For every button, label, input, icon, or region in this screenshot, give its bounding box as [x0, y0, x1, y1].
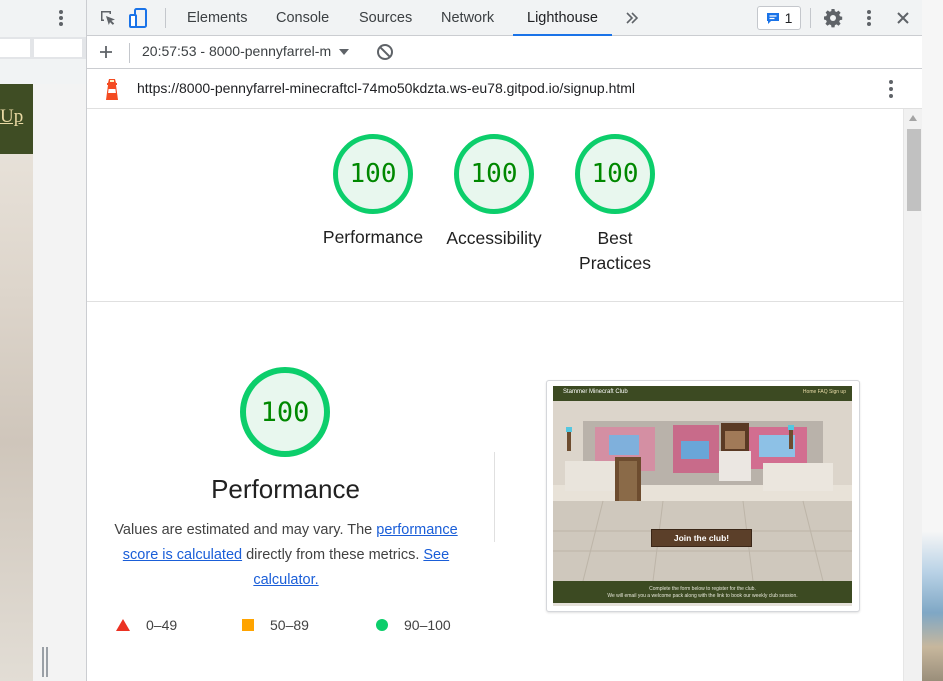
- pane-resizer[interactable]: [33, 84, 86, 681]
- signup-link-fragment[interactable]: Up: [0, 106, 23, 128]
- device-toolbar-icon[interactable]: [127, 6, 151, 30]
- screenshot-footer-line: We will email you a welcome pack along w…: [607, 593, 798, 599]
- legend-average: 50–89: [242, 616, 309, 634]
- lighthouse-report: 100 Performance 100 Accessibility 100 Be…: [87, 109, 903, 681]
- issues-count: 1: [784, 10, 793, 26]
- resize-grip-icon[interactable]: [42, 647, 48, 677]
- inspect-element-icon[interactable]: [96, 6, 120, 30]
- legend-average-range: 50–89: [270, 617, 309, 633]
- description-text: directly from these metrics.: [242, 547, 424, 563]
- legend-fail: 0–49: [116, 616, 177, 634]
- performance-score-gauge: 100: [240, 367, 330, 457]
- tab-console[interactable]: Console: [276, 0, 329, 36]
- fail-triangle-icon: [116, 619, 130, 631]
- accessibility-gauge-label: Accessibility: [446, 228, 542, 248]
- page-tab-strip: [0, 37, 86, 59]
- legend-fail-range: 0–49: [146, 617, 178, 633]
- legend-pass: 90–100: [376, 616, 451, 634]
- toolbar-divider: [165, 8, 166, 28]
- minecraft-scene-image: [553, 401, 852, 581]
- clear-all-block-icon[interactable]: [373, 40, 397, 64]
- tab-lighthouse[interactable]: Lighthouse: [513, 0, 612, 36]
- screenshot-site-header: Stammer Minecraft Club Home FAQ Sign up: [553, 386, 852, 401]
- report-selector[interactable]: 20:57:53 - 8000-pennyfarrel-m: [142, 43, 349, 59]
- dropdown-arrow-icon: [339, 49, 349, 55]
- lighthouse-logo-icon: [106, 79, 118, 100]
- kebab-menu-icon[interactable]: [888, 79, 894, 99]
- issues-button[interactable]: 1: [757, 6, 801, 30]
- legend-pass-range: 90–100: [404, 617, 451, 633]
- tab-sources[interactable]: Sources: [359, 0, 412, 36]
- screenshot-image: Stammer Minecraft Club Home FAQ Sign up: [553, 386, 852, 606]
- tab-network[interactable]: Network: [441, 0, 494, 36]
- toolbar-divider: [129, 43, 130, 63]
- tab-elements[interactable]: Elements: [187, 0, 247, 36]
- performance-gauge[interactable]: 100: [333, 134, 413, 214]
- accessibility-gauge[interactable]: 100: [454, 134, 534, 214]
- description-text: Values are estimated and may vary. The: [114, 522, 377, 538]
- new-report-plus-icon[interactable]: [94, 40, 118, 64]
- vertical-divider: [494, 452, 495, 542]
- average-square-icon: [242, 619, 254, 631]
- toolbar-divider: [810, 8, 811, 28]
- screenshot-site-title: Stammer Minecraft Club: [563, 389, 628, 395]
- screenshot-footer-line: Complete the form below to register for …: [649, 586, 756, 592]
- report-selector-value: 20:57:53 - 8000-pennyfarrel-m: [142, 43, 332, 59]
- performance-title: Performance: [211, 474, 360, 504]
- scroll-up-arrow-icon[interactable]: [909, 115, 917, 121]
- screenshot-footer: Complete the form below to register for …: [553, 581, 852, 603]
- report-url-bar: https://8000-pennyfarrel-minecraftcl-74m…: [87, 69, 923, 109]
- devtools-panel: Elements Console Sources Network Lightho…: [86, 0, 923, 681]
- performance-gauge-label: Performance: [322, 227, 424, 247]
- report-url: https://8000-pennyfarrel-minecraftcl-74m…: [137, 80, 636, 96]
- page-preview: Up: [0, 84, 33, 681]
- kebab-menu-icon[interactable]: [857, 6, 881, 30]
- page-header: Up: [0, 84, 33, 154]
- screenshot-site-nav: Home FAQ Sign up: [802, 389, 846, 395]
- desktop-background-strip: [922, 0, 943, 681]
- report-scrollbar[interactable]: [903, 109, 923, 681]
- settings-gear-icon[interactable]: [821, 6, 845, 30]
- close-icon[interactable]: [891, 6, 915, 30]
- scrollbar-thumb[interactable]: [907, 129, 921, 211]
- more-tabs-icon[interactable]: [620, 6, 644, 30]
- devtools-tabbar: Elements Console Sources Network Lightho…: [87, 0, 923, 36]
- best-practices-gauge[interactable]: 100: [575, 134, 655, 214]
- section-divider: [87, 301, 903, 302]
- best-practices-gauge-label: Best Practices: [579, 228, 651, 273]
- message-icon: [766, 12, 779, 24]
- kebab-menu-icon[interactable]: [52, 8, 70, 28]
- final-screenshot[interactable]: Stammer Minecraft Club Home FAQ Sign up: [546, 380, 860, 612]
- performance-description: Values are estimated and may vary. The p…: [101, 518, 471, 593]
- screenshot-join-button: Join the club!: [651, 529, 752, 547]
- pass-circle-icon: [376, 619, 388, 631]
- lighthouse-toolbar: 20:57:53 - 8000-pennyfarrel-m: [87, 36, 923, 69]
